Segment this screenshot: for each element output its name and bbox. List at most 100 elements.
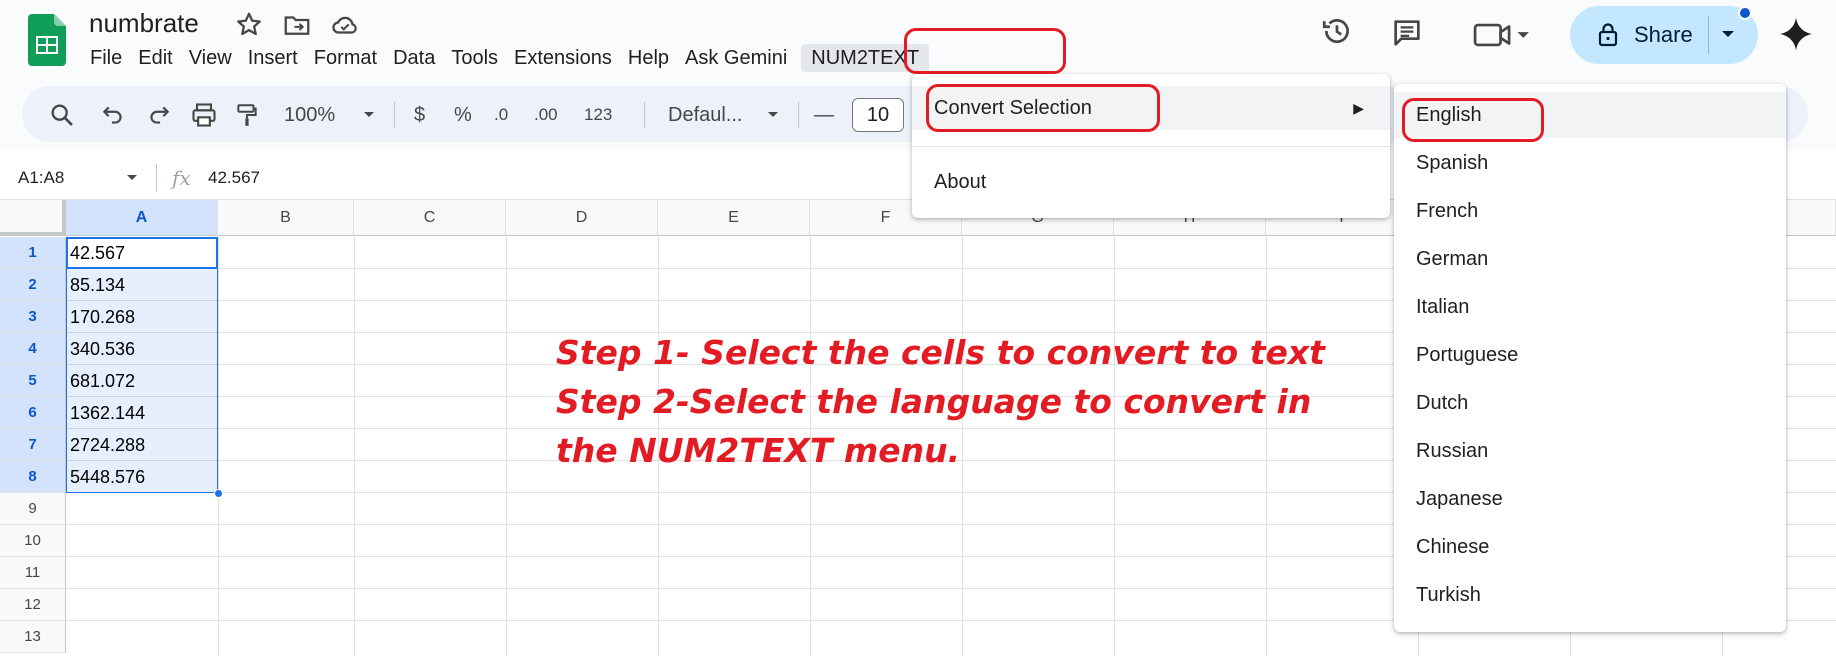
menu-item-convert-selection[interactable]: Convert Selection ▶ bbox=[912, 86, 1390, 130]
chevron-down-icon[interactable] bbox=[126, 174, 138, 182]
row-header-4[interactable]: 4 bbox=[0, 333, 66, 365]
star-icon[interactable] bbox=[234, 10, 264, 40]
decrease-decimal-button[interactable]: .0 bbox=[494, 100, 508, 130]
menu-tools[interactable]: Tools bbox=[443, 44, 506, 72]
num2text-dropdown-menu: Convert Selection ▶ About bbox=[912, 74, 1390, 218]
language-russian[interactable]: Russian bbox=[1394, 428, 1786, 474]
row-header-3[interactable]: 3 bbox=[0, 301, 66, 333]
language-chinese[interactable]: Chinese bbox=[1394, 524, 1786, 570]
share-button[interactable]: Share bbox=[1570, 6, 1758, 64]
redo-icon[interactable] bbox=[146, 100, 172, 130]
language-portuguese[interactable]: Portuguese bbox=[1394, 332, 1786, 378]
paint-format-icon[interactable] bbox=[234, 100, 260, 130]
language-turkish[interactable]: Turkish bbox=[1394, 572, 1786, 618]
row-header-7[interactable]: 7 bbox=[0, 429, 66, 461]
comments-icon[interactable] bbox=[1390, 16, 1424, 50]
chevron-down-icon[interactable] bbox=[766, 100, 780, 130]
cell-a8[interactable]: 5448.576 bbox=[70, 461, 145, 493]
percent-format-button[interactable]: % bbox=[454, 100, 472, 130]
cell-a3[interactable]: 170.268 bbox=[70, 301, 135, 333]
version-history-icon[interactable] bbox=[1320, 14, 1354, 48]
toolbar-divider bbox=[394, 102, 395, 128]
menu-edit[interactable]: Edit bbox=[130, 44, 180, 72]
language-japanese[interactable]: Japanese bbox=[1394, 476, 1786, 522]
cell-a2[interactable]: 85.134 bbox=[70, 269, 125, 301]
grid-line bbox=[506, 236, 507, 656]
row-header-6[interactable]: 6 bbox=[0, 397, 66, 429]
grid-line bbox=[218, 236, 219, 656]
row-header-1[interactable]: 1 bbox=[0, 237, 66, 269]
currency-format-button[interactable]: $ bbox=[414, 100, 425, 130]
share-divider bbox=[1708, 16, 1709, 54]
column-header-e[interactable]: E bbox=[658, 200, 810, 236]
row-header-5[interactable]: 5 bbox=[0, 365, 66, 397]
formula-input[interactable]: 42.567 bbox=[208, 168, 260, 188]
search-icon[interactable] bbox=[48, 100, 76, 130]
print-icon[interactable] bbox=[190, 100, 218, 130]
lock-icon bbox=[1598, 23, 1618, 47]
sheets-logo-icon[interactable] bbox=[28, 14, 66, 66]
instruction-annotation: Step 1- Select the cells to convert to t… bbox=[556, 328, 1325, 475]
language-dutch[interactable]: Dutch bbox=[1394, 380, 1786, 426]
zoom-select[interactable]: 100% bbox=[284, 100, 335, 130]
row-header-11[interactable]: 11 bbox=[0, 557, 66, 589]
menu-format[interactable]: Format bbox=[306, 44, 385, 72]
meet-icon[interactable] bbox=[1472, 18, 1532, 52]
document-title[interactable]: numbrate bbox=[89, 8, 199, 39]
cell-a5[interactable]: 681.072 bbox=[70, 365, 135, 397]
undo-icon[interactable] bbox=[100, 100, 126, 130]
column-header-c[interactable]: C bbox=[354, 200, 506, 236]
notification-dot bbox=[1738, 6, 1752, 20]
menu-num2text[interactable]: NUM2TEXT bbox=[801, 44, 930, 72]
cell-a1[interactable]: 42.567 bbox=[70, 237, 125, 269]
annotation-line-1: Step 1- Select the cells to convert to t… bbox=[556, 333, 1325, 372]
language-italian[interactable]: Italian bbox=[1394, 284, 1786, 330]
language-german[interactable]: German bbox=[1394, 236, 1786, 282]
column-header-a[interactable]: A bbox=[66, 200, 218, 236]
menu-extensions[interactable]: Extensions bbox=[506, 44, 620, 72]
chevron-down-icon[interactable] bbox=[362, 100, 376, 130]
menu-data[interactable]: Data bbox=[385, 44, 443, 72]
font-size-input[interactable]: 10 bbox=[852, 98, 904, 132]
menu-help[interactable]: Help bbox=[620, 44, 677, 72]
row-header-12[interactable]: 12 bbox=[0, 589, 66, 621]
row-header-10[interactable]: 10 bbox=[0, 525, 66, 557]
share-label: Share bbox=[1634, 22, 1693, 47]
gemini-icon[interactable] bbox=[1778, 16, 1814, 52]
menu-ask-gemini[interactable]: Ask Gemini bbox=[677, 44, 795, 72]
cloud-saved-icon[interactable] bbox=[330, 10, 360, 40]
decrease-font-size-button[interactable]: — bbox=[814, 100, 834, 130]
row-header-2[interactable]: 2 bbox=[0, 269, 66, 301]
convert-selection-label: Convert Selection bbox=[934, 97, 1092, 119]
language-english[interactable]: English bbox=[1394, 92, 1786, 138]
menu-item-about[interactable]: About bbox=[912, 160, 1390, 204]
language-submenu: English Spanish French German Italian Po… bbox=[1394, 84, 1786, 632]
formula-divider bbox=[156, 164, 157, 192]
row-header-13[interactable]: 13 bbox=[0, 621, 66, 653]
select-all-corner[interactable] bbox=[0, 200, 66, 236]
fill-handle[interactable] bbox=[214, 489, 223, 498]
fx-icon: fx bbox=[172, 166, 191, 190]
cell-a7[interactable]: 2724.288 bbox=[70, 429, 145, 461]
row-header-9[interactable]: 9 bbox=[0, 493, 66, 525]
language-french[interactable]: French bbox=[1394, 188, 1786, 234]
number-format-button[interactable]: 123 bbox=[584, 100, 612, 130]
language-spanish[interactable]: Spanish bbox=[1394, 140, 1786, 186]
font-select[interactable]: Defaul... bbox=[668, 100, 742, 130]
name-box[interactable]: A1:A8 bbox=[18, 168, 64, 188]
menu-file[interactable]: File bbox=[90, 44, 130, 72]
cell-a6[interactable]: 1362.144 bbox=[70, 397, 145, 429]
annotation-line-3: the NUM2TEXT menu. bbox=[556, 431, 961, 470]
column-header-b[interactable]: B bbox=[218, 200, 354, 236]
move-folder-icon[interactable] bbox=[282, 10, 312, 40]
cell-a4[interactable]: 340.536 bbox=[70, 333, 135, 365]
menu-bar: File Edit View Insert Format Data Tools … bbox=[90, 44, 930, 72]
menu-insert[interactable]: Insert bbox=[240, 44, 306, 72]
column-header-d[interactable]: D bbox=[506, 200, 658, 236]
menu-view[interactable]: View bbox=[181, 44, 240, 72]
grid-line bbox=[354, 236, 355, 656]
increase-decimal-button[interactable]: .00 bbox=[534, 100, 558, 130]
chevron-down-icon[interactable] bbox=[1720, 28, 1736, 40]
toolbar-divider bbox=[644, 102, 645, 128]
row-header-8[interactable]: 8 bbox=[0, 461, 66, 493]
